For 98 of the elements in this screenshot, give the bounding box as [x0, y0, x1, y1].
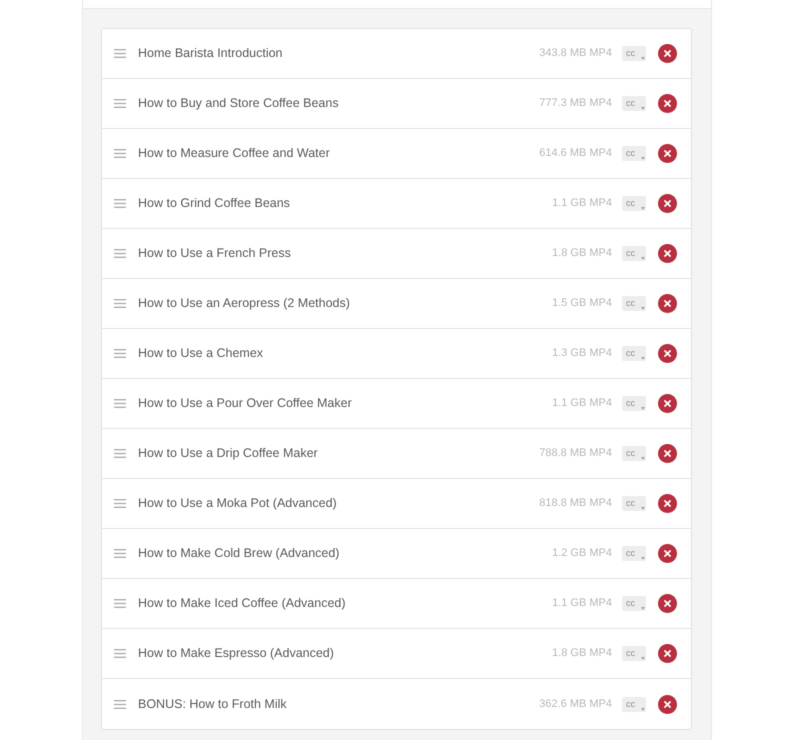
file-size: 1.1 GB MP4: [552, 196, 612, 212]
file-size: 1.2 GB MP4: [552, 546, 612, 562]
file-size: 343.8 MB MP4: [539, 46, 612, 62]
close-icon: [664, 400, 671, 407]
captions-button[interactable]: cc: [622, 596, 646, 611]
video-title: How to Use a French Press: [138, 245, 291, 262]
captions-button[interactable]: cc: [622, 146, 646, 161]
captions-button[interactable]: cc: [622, 96, 646, 111]
delete-button[interactable]: [658, 594, 677, 613]
video-title: How to Measure Coffee and Water: [138, 145, 330, 162]
close-icon: [664, 500, 671, 507]
captions-button[interactable]: cc: [622, 396, 646, 411]
delete-button[interactable]: [658, 144, 677, 163]
video-title: How to Use a Chemex: [138, 345, 264, 362]
video-title: BONUS: How to Froth Milk: [138, 696, 287, 713]
close-icon: [664, 350, 671, 357]
delete-button[interactable]: [658, 444, 677, 463]
close-icon: [664, 250, 671, 257]
close-icon: [664, 700, 671, 708]
delete-button[interactable]: [658, 344, 677, 363]
close-icon: [664, 200, 671, 207]
file-size: 1.3 GB MP4: [552, 346, 612, 362]
drag-handle-icon[interactable]: [114, 700, 126, 708]
captions-button[interactable]: cc: [622, 546, 646, 561]
drag-handle-icon[interactable]: [114, 199, 126, 208]
caret-icon: [641, 207, 645, 210]
captions-button[interactable]: cc: [622, 196, 646, 211]
caret-icon: [641, 557, 645, 560]
delete-button[interactable]: [658, 194, 677, 213]
video-title: How to Use a Drip Coffee Maker: [138, 445, 318, 462]
close-icon: [664, 100, 671, 107]
caret-icon: [641, 708, 645, 710]
file-size: 818.8 MB MP4: [539, 496, 612, 512]
drag-handle-icon[interactable]: [114, 449, 126, 458]
delete-button[interactable]: [658, 694, 677, 714]
captions-button[interactable]: cc: [622, 446, 646, 461]
file-size: 1.5 GB MP4: [552, 296, 612, 312]
caret-icon: [641, 157, 645, 160]
captions-button[interactable]: cc: [622, 246, 646, 261]
close-icon: [664, 650, 671, 657]
close-icon: [664, 50, 671, 57]
caret-icon: [641, 507, 645, 510]
close-icon: [664, 150, 671, 157]
file-size: 777.3 MB MP4: [539, 96, 612, 112]
delete-button[interactable]: [658, 94, 677, 113]
drag-handle-icon[interactable]: [114, 399, 126, 408]
caret-icon: [641, 607, 645, 610]
delete-button[interactable]: [658, 644, 677, 663]
file-size: 1.8 GB MP4: [552, 246, 612, 262]
video-title: How to Buy and Store Coffee Beans: [138, 95, 339, 112]
close-icon: [664, 600, 671, 607]
delete-button[interactable]: [658, 544, 677, 563]
video-title: How to Make Iced Coffee (Advanced): [138, 595, 346, 612]
delete-button[interactable]: [658, 244, 677, 263]
delete-button[interactable]: [658, 294, 677, 313]
captions-button[interactable]: cc: [622, 696, 646, 712]
close-icon: [664, 450, 671, 457]
drag-handle-icon[interactable]: [114, 49, 126, 58]
caret-icon: [641, 657, 645, 660]
caret-icon: [641, 357, 645, 360]
delete-button[interactable]: [658, 44, 677, 63]
captions-button[interactable]: cc: [622, 496, 646, 511]
video-title: How to Make Espresso (Advanced): [138, 645, 334, 662]
drag-handle-icon[interactable]: [114, 149, 126, 158]
file-size: 788.8 MB MP4: [539, 446, 612, 462]
drag-handle-icon[interactable]: [114, 249, 126, 258]
delete-button[interactable]: [658, 494, 677, 513]
file-size: 614.6 MB MP4: [539, 146, 612, 162]
caret-icon: [641, 257, 645, 260]
file-size: 1.1 GB MP4: [552, 596, 612, 612]
drag-handle-icon[interactable]: [114, 549, 126, 558]
drag-handle-icon[interactable]: [114, 99, 126, 108]
delete-button[interactable]: [658, 394, 677, 413]
captions-button[interactable]: cc: [622, 346, 646, 361]
video-title: How to Use an Aeropress (2 Methods): [138, 295, 350, 312]
captions-button[interactable]: cc: [622, 46, 646, 61]
close-icon: [664, 300, 671, 307]
drag-handle-icon[interactable]: [114, 349, 126, 358]
video-title: How to Grind Coffee Beans: [138, 195, 290, 212]
file-size: 362.6 MB MP4: [539, 696, 612, 712]
video-title: How to Use a Moka Pot (Advanced): [138, 495, 337, 512]
video-title: How to Make Cold Brew (Advanced): [138, 545, 340, 562]
video-title: How to Use a Pour Over Coffee Maker: [138, 395, 352, 412]
caret-icon: [641, 57, 645, 60]
close-icon: [664, 550, 671, 557]
video-title: Home Barista Introduction: [138, 45, 283, 62]
drag-handle-icon[interactable]: [114, 599, 126, 608]
drag-handle-icon[interactable]: [114, 499, 126, 508]
caret-icon: [641, 307, 645, 310]
file-size: 1.8 GB MP4: [552, 646, 612, 662]
caret-icon: [641, 107, 645, 110]
caret-icon: [641, 457, 645, 460]
drag-handle-icon[interactable]: [114, 299, 126, 308]
captions-button[interactable]: cc: [622, 296, 646, 311]
drag-handle-icon[interactable]: [114, 649, 126, 658]
captions-button[interactable]: cc: [622, 646, 646, 661]
caret-icon: [641, 407, 645, 410]
file-size: 1.1 GB MP4: [552, 396, 612, 412]
